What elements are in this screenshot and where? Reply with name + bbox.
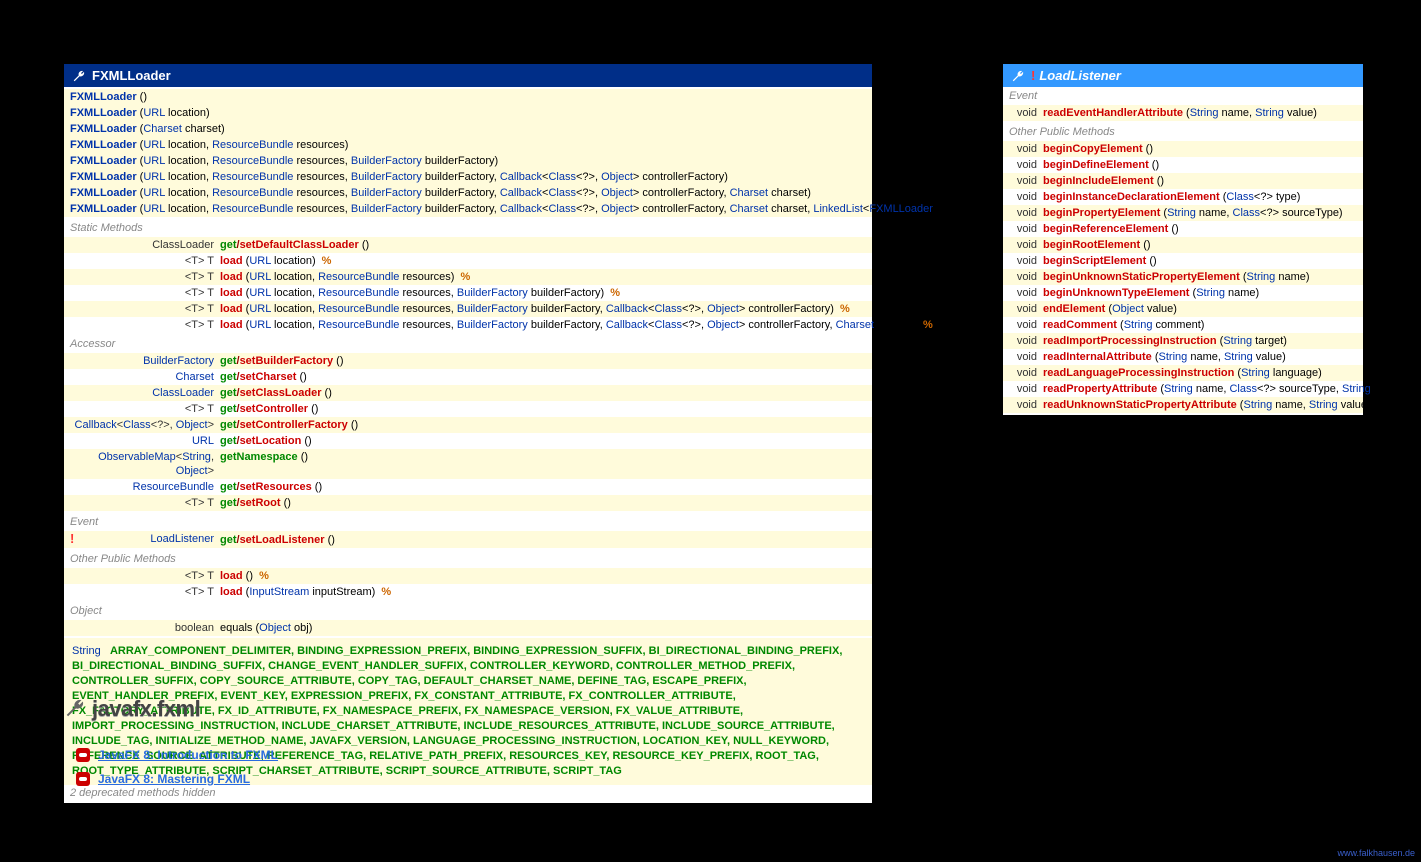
method-row: voidbeginIncludeElement () — [1003, 173, 1363, 189]
titlebar: ! LoadListener — [1003, 64, 1363, 87]
method-row: <T> Tget/setRoot () — [64, 495, 872, 511]
wrench-icon — [1011, 69, 1025, 83]
titlebar: FXMLLoader — [64, 64, 872, 87]
wrench-icon — [72, 69, 86, 83]
method-row: voidbeginUnknownStaticPropertyElement (S… — [1003, 269, 1363, 285]
wrench-icon — [64, 697, 86, 722]
section-event: Event — [64, 513, 872, 529]
method-row: <T> Tload (URL location, ResourceBundle … — [64, 317, 872, 333]
constructor-row: FXMLLoader (Charset charset) — [64, 121, 872, 137]
section-other: Other Public Methods — [64, 550, 872, 566]
link-bullet-icon — [76, 748, 90, 762]
external-link[interactable]: JavaFX 8: Mastering FXML — [98, 772, 250, 786]
method-row: <T> Tload (URL location) % — [64, 253, 872, 269]
method-row: voidbeginCopyElement () — [1003, 141, 1363, 157]
method-row: URLget/setLocation () — [64, 433, 872, 449]
credit: www.falkhausen.de — [1337, 848, 1415, 858]
method-row: ClassLoaderget/setClassLoader () — [64, 385, 872, 401]
method-row: voidreadUnknownStaticPropertyAttribute (… — [1003, 397, 1363, 413]
method-row: <T> Tget/setController () — [64, 401, 872, 417]
section-other: Other Public Methods — [1003, 123, 1363, 139]
other-methods: <T> Tload () %<T> Tload (InputStream inp… — [64, 566, 872, 602]
static-methods: ClassLoaderget/setDefaultClassLoader ()<… — [64, 235, 872, 335]
constructor-row: FXMLLoader (URL location, ResourceBundle… — [64, 201, 872, 217]
method-row: voidbeginUnknownTypeElement (String name… — [1003, 285, 1363, 301]
interface-card-loadlistener: ! LoadListener Event voidreadEventHandle… — [1003, 64, 1363, 415]
method-row: <T> Tload () % — [64, 568, 872, 584]
method-row: voidreadLanguageProcessingInstruction (S… — [1003, 365, 1363, 381]
section-static-methods: Static Methods — [64, 219, 872, 235]
right-events: voidreadEventHandlerAttribute (String na… — [1003, 103, 1363, 123]
constant-prefix: String — [72, 645, 101, 657]
method-row: voidbeginScriptElement () — [1003, 253, 1363, 269]
constructor-row: FXMLLoader (URL location, ResourceBundle… — [64, 185, 872, 201]
method-row: voidbeginPropertyElement (String name, C… — [1003, 205, 1363, 221]
external-link[interactable]: JavaFX 8: Introduction to FXML — [98, 748, 278, 762]
section-event: Event — [1003, 87, 1363, 103]
object-methods: booleanequals (Object obj) — [64, 618, 872, 638]
external-link-row: JavaFX 8: Mastering FXML — [76, 772, 278, 786]
constructor-row: FXMLLoader (URL location, ResourceBundle… — [64, 169, 872, 185]
class-title: FXMLLoader — [92, 68, 171, 83]
method-row: <T> Tload (URL location, ResourceBundle … — [64, 269, 872, 285]
method-row: voidendElement (Object value) — [1003, 301, 1363, 317]
method-row: <T> Tload (URL location, ResourceBundle … — [64, 301, 872, 317]
events: !LoadListenerget/setLoadListener () — [64, 529, 872, 550]
package-badge: javafx.fxml — [64, 696, 200, 722]
link-bullet-icon — [76, 772, 90, 786]
method-row: ClassLoaderget/setDefaultClassLoader () — [64, 237, 872, 253]
method-row: booleanequals (Object obj) — [64, 620, 872, 636]
constructors: FXMLLoader ()FXMLLoader (URL location)FX… — [64, 87, 872, 219]
method-row: ResourceBundleget/setResources () — [64, 479, 872, 495]
interface-title: LoadListener — [1039, 68, 1121, 83]
class-card-fxmlloader: FXMLLoader FXMLLoader ()FXMLLoader (URL … — [64, 64, 872, 803]
method-row: voidbeginDefineElement () — [1003, 157, 1363, 173]
method-row: ObservableMap<String, Object>getNamespac… — [64, 449, 872, 479]
external-links: JavaFX 8: Introduction to FXML JavaFX 8: … — [76, 748, 278, 796]
method-row: voidreadImportProcessingInstruction (Str… — [1003, 333, 1363, 349]
bang-icon: ! — [1031, 68, 1035, 83]
event-row: !LoadListenerget/setLoadListener () — [64, 531, 872, 548]
method-row: voidbeginInstanceDeclarationElement (Cla… — [1003, 189, 1363, 205]
method-row: Callback<Class<?>, Object>get/setControl… — [64, 417, 872, 433]
method-row: <T> Tload (InputStream inputStream) % — [64, 584, 872, 600]
package-name: javafx.fxml — [92, 696, 200, 722]
constructor-row: FXMLLoader (URL location, ResourceBundle… — [64, 137, 872, 153]
section-accessor: Accessor — [64, 335, 872, 351]
method-row: voidbeginReferenceElement () — [1003, 221, 1363, 237]
method-row: voidreadComment (String comment) — [1003, 317, 1363, 333]
section-object: Object — [64, 602, 872, 618]
method-row: <T> Tload (URL location, ResourceBundle … — [64, 285, 872, 301]
constructor-row: FXMLLoader () — [64, 89, 872, 105]
constructor-row: FXMLLoader (URL location) — [64, 105, 872, 121]
method-row: voidreadPropertyAttribute (String name, … — [1003, 381, 1363, 397]
accessors: BuilderFactoryget/setBuilderFactory ()Ch… — [64, 351, 872, 513]
method-row: voidreadInternalAttribute (String name, … — [1003, 349, 1363, 365]
right-other: voidbeginCopyElement ()voidbeginDefineEl… — [1003, 139, 1363, 415]
external-link-row: JavaFX 8: Introduction to FXML — [76, 748, 278, 762]
method-row: voidreadEventHandlerAttribute (String na… — [1003, 105, 1363, 121]
method-row: BuilderFactoryget/setBuilderFactory () — [64, 353, 872, 369]
method-row: Charsetget/setCharset () — [64, 369, 872, 385]
method-row: voidbeginRootElement () — [1003, 237, 1363, 253]
constructor-row: FXMLLoader (URL location, ResourceBundle… — [64, 153, 872, 169]
